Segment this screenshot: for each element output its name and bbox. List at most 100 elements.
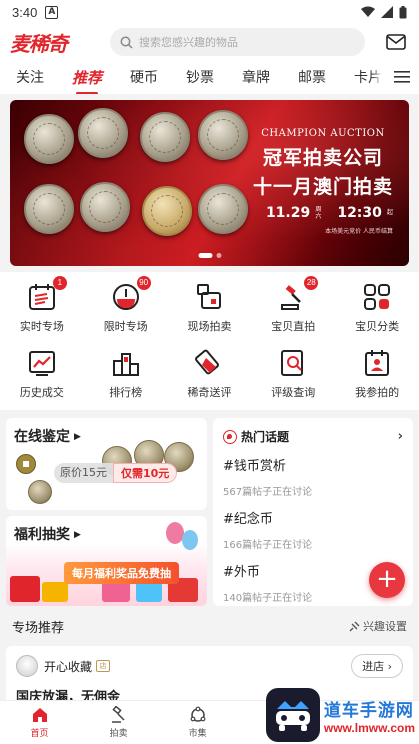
nav-auction[interactable]: 拍卖 (79, 701, 158, 744)
watermark-text: 道车手游网 (323, 700, 414, 721)
coin-image (80, 182, 130, 232)
app-logo: 麦稀奇 (10, 31, 68, 56)
banner-time-suffix: 起 (387, 209, 394, 216)
coin-image (24, 114, 74, 164)
grid-item-limited-session[interactable]: 90 限时专场 (86, 276, 166, 334)
card-title: 在线鉴定 (14, 429, 70, 445)
nav-home[interactable]: 首页 (0, 701, 79, 744)
add-post-button[interactable]: + (369, 562, 405, 598)
section-title: 专场推荐 (12, 620, 65, 636)
tab-menu-button[interactable] (385, 60, 419, 94)
gift-image (182, 530, 198, 550)
online-appraisal-card[interactable]: 在线鉴定 ▶ 原价15元 仅需10元 (6, 418, 207, 510)
discount-price: 仅需10元 (113, 463, 178, 483)
battery-icon (399, 5, 407, 18)
banner-date: 11.29 (265, 205, 311, 221)
lottery-card[interactable]: 福利抽奖 ▶ 每月福利奖品免费抽 (6, 516, 207, 606)
watermark-logo (265, 688, 320, 742)
search-icon (120, 36, 133, 49)
coin-image (198, 184, 248, 234)
grid-item-label: 评级查询 (271, 386, 316, 399)
gift-image (10, 576, 40, 602)
original-price: 原价15元 (54, 463, 113, 483)
tab-cards[interactable]: 卡片 (354, 67, 382, 87)
watermark-url: www.lmww.com (323, 720, 415, 735)
card-title: 福利抽奖 (14, 527, 70, 543)
grid-item-label: 现场拍卖 (187, 320, 232, 333)
search-bar[interactable] (110, 28, 365, 56)
play-arrow-icon: ▶ (74, 530, 81, 540)
my-bids-icon (360, 346, 394, 380)
banner-time: 12:30 (337, 205, 382, 221)
shop-name: 开心收藏 (44, 659, 93, 674)
banner-weekday: 周六 (315, 205, 322, 220)
tab-recommend[interactable]: 推荐 (72, 67, 102, 94)
grid-item-grading[interactable]: 稀奇送评 (169, 346, 249, 400)
topic-item[interactable]: #纪念币 166篇帖子正在讨论 (223, 508, 403, 551)
status-bar: 3:40 A (0, 0, 419, 24)
app-header: 麦稀奇 (0, 24, 419, 60)
shop-badge: 店 (96, 660, 111, 672)
wifi-icon (361, 6, 375, 17)
hot-topics-card: 热门话题 › #钱币赏析 567篇帖子正在讨论 #纪念币 166篇帖子正在讨论 … (213, 418, 413, 606)
topic-item[interactable]: #钱币赏析 567篇帖子正在讨论 (223, 455, 403, 498)
market-icon (189, 706, 207, 724)
live-auction-icon (192, 280, 226, 314)
promo-banner[interactable]: CHAMPION AUCTION 冠军拍卖公司 十一月澳门拍卖 11.29 周六… (10, 100, 409, 266)
interest-settings-button[interactable]: 兴趣设置 (349, 618, 407, 634)
enter-shop-label: 进店 (362, 660, 385, 673)
tab-follow[interactable]: 关注 (16, 67, 44, 87)
calendar-icon: 1 (25, 276, 67, 314)
grid-item-categories[interactable]: 宝贝分类 (337, 280, 417, 334)
coin-image (142, 186, 192, 236)
hot-icon (223, 429, 237, 444)
coin-image (78, 108, 128, 158)
banner-title: 冠军拍卖公司 (262, 147, 383, 169)
coin-image (28, 480, 52, 504)
grid-item-label: 实时专场 (19, 320, 64, 333)
nav-market[interactable]: 市集 (158, 701, 237, 744)
nav-label: 市集 (188, 729, 207, 739)
tab-coins[interactable]: 硬币 (130, 67, 158, 87)
grid-item-rating-query[interactable]: 评级查询 (253, 346, 333, 400)
play-arrow-icon: ▶ (74, 432, 81, 442)
gavel-icon (110, 706, 128, 724)
grid-item-ranking[interactable]: 排行榜 (86, 346, 166, 400)
badge-count: 1 (52, 276, 67, 290)
message-button[interactable] (383, 31, 409, 53)
gift-image (42, 582, 68, 602)
tab-medals[interactable]: 章牌 (242, 67, 270, 87)
grid-item-my-bids[interactable]: 我参拍的 (337, 346, 417, 400)
lottery-banner-text: 每月福利奖品免费抽 (64, 562, 179, 584)
search-input[interactable] (139, 35, 339, 49)
feature-grid: 1 实时专场 90 限时专场 现场拍卖 28 宝贝直拍 宝贝分类 历史成交 排行… (0, 272, 419, 410)
banner-subtitle: 十一月澳门拍卖 (252, 176, 393, 198)
carousel-indicator (198, 253, 221, 258)
podium-icon (109, 346, 143, 380)
banner-dates: 11.29 周六 12:30 起 (266, 202, 395, 221)
banner-note: 本场美元竞价 人民币结算 (325, 228, 393, 235)
grid-item-direct-auction[interactable]: 28 宝贝直拍 (253, 276, 333, 334)
feature-cards: 在线鉴定 ▶ 原价15元 仅需10元 福利抽奖 ▶ 每月福利奖品免费抽 热门话题… (0, 410, 419, 606)
grid-item-label: 宝贝直拍 (271, 320, 316, 333)
nav-label: 拍卖 (109, 729, 128, 739)
timer-icon: 90 (109, 276, 151, 314)
grid-item-live-session[interactable]: 1 实时专场 (2, 276, 82, 334)
chart-icon (25, 346, 59, 380)
grid-item-label: 排行榜 (109, 386, 143, 399)
topic-tag: #钱币赏析 (223, 459, 286, 474)
badge-count: 28 (304, 276, 319, 290)
hot-topics-header[interactable]: 热门话题 › (223, 428, 403, 445)
enter-shop-button[interactable]: 进店 › (351, 654, 403, 678)
status-time: 3:40 (12, 4, 38, 20)
hamburger-icon (394, 71, 410, 83)
coin-image (24, 184, 74, 234)
tab-banknotes[interactable]: 钞票 (186, 67, 214, 87)
app-screen: 3:40 A 麦稀奇 关注 推荐 硬币 钞票 章牌 邮票 卡片 (0, 0, 419, 744)
status-icons (361, 5, 407, 19)
grid-item-live-auction[interactable]: 现场拍卖 (169, 280, 249, 334)
tab-stamps[interactable]: 邮票 (298, 67, 326, 87)
topic-tag: #纪念币 (223, 512, 273, 527)
grid-item-history[interactable]: 历史成交 (2, 346, 82, 400)
category-tabs: 关注 推荐 硬币 钞票 章牌 邮票 卡片 (0, 60, 419, 94)
